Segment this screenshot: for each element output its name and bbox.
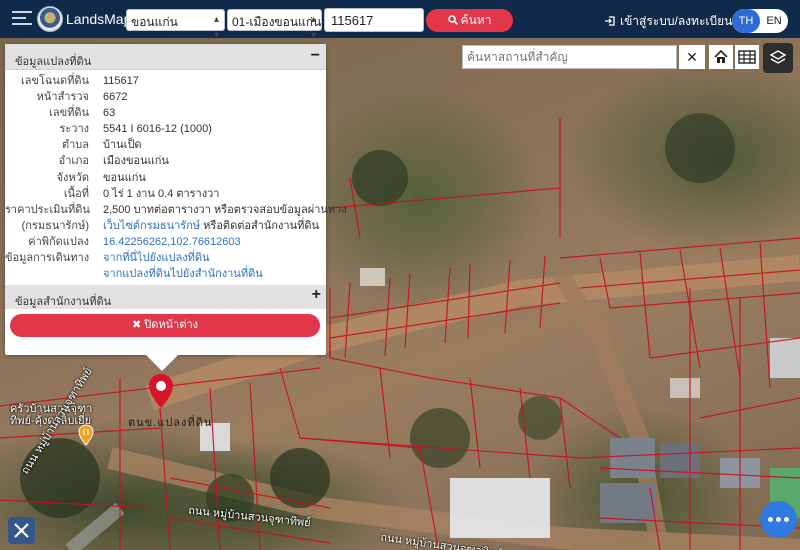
info-label: ค่าพิกัดแปลง — [28, 235, 89, 248]
info-value: เมืองขอนแก่น — [103, 155, 169, 168]
more-dots-icon — [784, 517, 789, 522]
close-icon: ✕ — [686, 48, 698, 65]
panel-pointer — [146, 355, 178, 371]
search-button[interactable]: ค้นหา — [426, 9, 513, 32]
lang-th-button[interactable]: TH — [732, 9, 760, 33]
parcel-marker-label: ตนข.แปลงที่ดิน — [128, 417, 213, 429]
info-row-subdistrict: ตำบล บ้านเป็ด — [5, 137, 326, 153]
grid-icon — [738, 50, 756, 64]
more-dots-icon — [776, 517, 781, 522]
land-office-title: ข้อมูลสำนักงานที่ดิน — [15, 296, 112, 308]
search-button-label: ค้นหา — [460, 13, 492, 27]
info-row-appraisal: ราคาประเมินที่ดิน 2,500 บาทต่อตารางวา หร… — [5, 202, 347, 218]
info-row-map-sheet: ระวาง 5541 I 6016-12 (1000) — [5, 121, 326, 137]
land-office-header[interactable]: ข้อมูลสำนักงานที่ดิน + — [5, 285, 326, 309]
expand-icon[interactable]: + — [312, 286, 321, 304]
parcel-info-panel: ข้อมูลแปลงที่ดิน − เลขโฉนดที่ดิน 115617 … — [5, 44, 347, 355]
info-label: เลขโฉนดที่ดิน — [21, 75, 89, 87]
measure-tool-button[interactable] — [8, 517, 35, 544]
info-label: หน้าสำรวจ — [36, 91, 89, 104]
parcel-info-rows: เลขโฉนดที่ดิน 115617 หน้าสำรวจ 6672 เลขท… — [5, 70, 347, 282]
login-link[interactable]: เข้าสู่ระบบ/ลงทะเบียน — [604, 12, 732, 31]
close-window-button[interactable]: ✖ ปิดหน้าต่าง — [10, 314, 320, 337]
info-label: ราคาประเมินที่ดิน — [5, 203, 90, 216]
ruler-pencil-icon — [14, 523, 29, 538]
info-row-deed-number: เลขโฉนดที่ดิน 115617 — [5, 73, 326, 89]
info-value: 0 ไร่ 1 งาน 0.4 ตารางวา — [103, 187, 220, 200]
select-caret-icon: ▴ ▾ — [213, 14, 219, 41]
hamburger-menu-icon[interactable] — [12, 11, 32, 27]
layers-button[interactable] — [763, 43, 793, 73]
info-row-survey-page: หน้าสำรวจ 6672 — [5, 89, 326, 105]
directions-to-office-link[interactable]: จากแปลงที่ดินไปยังสำนักงานที่ดิน — [103, 266, 263, 282]
home-icon — [714, 49, 728, 63]
top-navbar: LandsMaps ขอนแก่น ▴ ▾ 01-เมืองขอนแก่น ▴ ▾ … — [0, 0, 800, 41]
landsmaps-logo — [37, 6, 63, 32]
province-select[interactable]: ขอนแก่น ▴ ▾ — [126, 9, 225, 41]
info-row-land-number: เลขที่ดิน 63 — [5, 105, 326, 121]
layers-icon — [769, 50, 787, 64]
info-row-treasury: (กรมธนารักษ์) เว็บไซต์กรมธนารักษ์ หรือติ… — [5, 218, 326, 234]
info-row-district: อำเภอ เมืองขอนแก่น — [5, 153, 326, 169]
parcel-info-header[interactable]: ข้อมูลแปลงที่ดิน − — [5, 44, 326, 70]
info-label — [5, 266, 103, 282]
home-button[interactable] — [709, 45, 733, 69]
info-value: บ้านเป็ด — [103, 139, 142, 152]
grid-sheet-button[interactable] — [735, 45, 759, 69]
info-row-area: เนื้อที่ 0 ไร่ 1 งาน 0.4 ตารางวา — [5, 186, 326, 202]
info-value: ขอนแก่น — [103, 171, 146, 184]
info-value-rest: หรือติดต่อสำนักงานที่ดิน — [200, 219, 320, 232]
location-pin-icon[interactable] — [148, 373, 174, 409]
info-row-coordinates: ค่าพิกัดแปลง 16.42256262,102.76612603 — [5, 234, 326, 250]
info-value: 6672 — [103, 91, 128, 104]
province-select-value: ขอนแก่น — [131, 15, 178, 29]
info-label: ตำบล — [61, 139, 89, 152]
search-icon — [447, 15, 458, 25]
coordinates-link[interactable]: 16.42256262,102.76612603 — [103, 234, 241, 250]
info-label: จังหวัด — [56, 171, 89, 184]
treasury-website-link[interactable]: เว็บไซต์กรมธนารักษ์ — [103, 220, 200, 232]
info-value: 115617 — [103, 75, 139, 87]
parcel-number-input[interactable] — [324, 8, 424, 32]
language-toggle: TH EN — [732, 9, 788, 33]
lang-en-button[interactable]: EN — [760, 9, 788, 33]
district-select[interactable]: 01-เมืองขอนแก่น ▴ ▾ — [227, 9, 322, 41]
info-row-province: จังหวัด ขอนแก่น — [5, 170, 326, 186]
login-label: เข้าสู่ระบบ/ลงทะเบียน — [620, 14, 733, 28]
info-label: เนื้อที่ — [63, 187, 89, 200]
more-dots-icon — [768, 517, 773, 522]
select-caret-icon: ▴ ▾ — [310, 14, 316, 41]
info-label: เลขที่ดิน — [49, 107, 89, 120]
info-label: (กรมธนารักษ์) — [21, 219, 89, 232]
info-label: ข้อมูลการเดินทาง — [5, 252, 90, 265]
info-value: เว็บไซต์กรมธนารักษ์ หรือติดต่อสำนักงานที… — [103, 218, 319, 234]
info-row-directions: ข้อมูลการเดินทาง จากที่นี่ไปยังแปลงที่ดิ… — [5, 250, 326, 266]
clear-search-button[interactable]: ✕ — [679, 45, 705, 69]
info-label: อำเภอ — [58, 155, 89, 168]
info-value: 63 — [103, 107, 116, 120]
collapse-icon[interactable]: − — [311, 47, 320, 65]
login-icon — [605, 16, 615, 26]
info-value: 2,500 บาทต่อตารางวา หรือตรวจสอบข้อมูลผ่า… — [103, 203, 347, 216]
parcel-info-title: ข้อมูลแปลงที่ดิน — [15, 56, 92, 68]
district-select-value: 01-เมืองขอนแก่น — [232, 15, 322, 29]
restaurant-poi-icon[interactable] — [78, 424, 94, 446]
info-label: ระวาง — [59, 123, 89, 136]
directions-to-parcel-link[interactable]: จากที่นี่ไปยังแปลงที่ดิน — [103, 250, 209, 266]
more-actions-button[interactable] — [760, 501, 797, 538]
landmark-search-input[interactable] — [462, 45, 677, 69]
info-row-directions-office: จากแปลงที่ดินไปยังสำนักงานที่ดิน — [5, 266, 326, 282]
info-value: 5541 I 6016-12 (1000) — [103, 123, 212, 136]
